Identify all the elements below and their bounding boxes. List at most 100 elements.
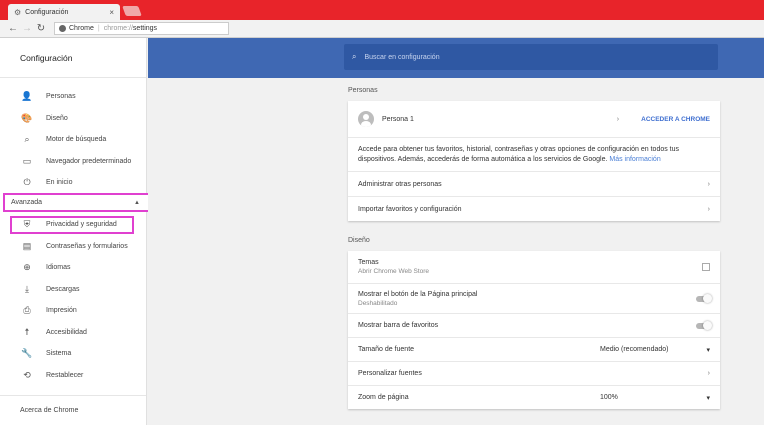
omnibox-separator: | — [97, 25, 100, 32]
shield-icon: ⛨ — [23, 219, 31, 230]
search-settings-input[interactable]: ⌕ Buscar en configuración — [344, 44, 718, 70]
appearance-card: Temas Abrir Chrome Web Store Mostrar el … — [348, 251, 720, 409]
person-icon: 👤 — [21, 91, 33, 102]
printer-icon: ⎙ — [23, 305, 31, 316]
sidebar-item-label: Contraseñas y formularios — [46, 242, 128, 250]
settings-sidebar: Configuración 👤 Personas 🎨 Diseño ⌕ Motor d… — [0, 38, 152, 425]
sidebar-item-label: Restablecer — [46, 371, 84, 379]
sidebar-item-diseno[interactable]: 🎨 Diseño — [0, 108, 146, 130]
back-icon[interactable]: ← — [6, 23, 20, 34]
chevron-right-icon: › — [707, 180, 710, 188]
manage-people-row[interactable]: Administrar otras personas › — [348, 171, 720, 196]
sidebar-advanced-menu: ⛨ Privacidad y seguridad ▤ Contraseñas y f… — [0, 214, 147, 386]
palette-icon: 🎨 — [21, 112, 33, 123]
sidebar-item-acerca[interactable]: Acerca de Chrome — [0, 395, 146, 425]
omnibox-brand: Chrome — [69, 25, 94, 32]
sidebar-item-label: Diseño — [46, 114, 68, 122]
browser-icon: ▭ — [22, 155, 32, 166]
sidebar-item-descargas[interactable]: ⤓ Descargas — [0, 279, 147, 301]
external-link-icon[interactable] — [702, 263, 710, 271]
sidebar-item-label: Personas — [46, 93, 76, 101]
chevron-right-icon: › — [707, 205, 710, 213]
sidebar-item-label: Impresión — [46, 307, 77, 315]
sidebar-item-impresion[interactable]: ⎙ Impresión — [0, 300, 147, 322]
search-icon: ⌕ — [352, 52, 357, 61]
section-title-diseno: Diseño — [348, 237, 370, 244]
sidebar-advanced-toggle[interactable]: Avanzada ▲ — [3, 193, 152, 212]
caret-up-icon: ▲ — [134, 199, 140, 206]
themes-row[interactable]: Temas Abrir Chrome Web Store — [348, 251, 720, 283]
download-icon: ⤓ — [25, 283, 29, 294]
people-card: Persona 1 › ACCEDER A CHROME Accede para… — [348, 101, 720, 221]
bookmarks-bar-row[interactable]: Mostrar barra de favoritos — [348, 313, 720, 337]
sidebar-title: Configuración — [0, 38, 146, 78]
sidebar-item-idiomas[interactable]: ⊕ Idiomas — [0, 257, 147, 279]
sidebar-item-privacidad[interactable]: ⛨ Privacidad y seguridad — [0, 214, 147, 236]
omnibox-scheme: chrome:// — [103, 25, 133, 32]
font-size-value: Medio (recomendado) — [600, 345, 669, 353]
sidebar-item-label: Descargas — [46, 285, 80, 293]
browser-toolbar: ← → ↻ Chrome | chrome://settings — [0, 20, 764, 38]
clipboard-icon: ▤ — [22, 240, 32, 251]
address-bar[interactable]: Chrome | chrome://settings — [54, 22, 229, 35]
sidebar-item-contrasenas[interactable]: ▤ Contraseñas y formularios — [0, 236, 147, 258]
close-tab-icon[interactable]: × — [109, 8, 114, 17]
customize-fonts-row[interactable]: Personalizar fuentes › — [348, 361, 720, 385]
dropdown-arrow-icon: ▾ — [706, 346, 710, 354]
import-label: Importar favoritos y configuración — [358, 205, 462, 213]
settings-main: ⌕ Buscar en configuración Personas Perso… — [148, 38, 764, 425]
more-info-link[interactable]: Más información — [609, 156, 660, 163]
themes-sub: Abrir Chrome Web Store — [358, 268, 430, 275]
wrench-icon: 🔧 — [21, 348, 33, 359]
sidebar-item-label: En inicio — [46, 179, 73, 187]
search-icon: ⌕ — [24, 134, 30, 145]
sidebar-item-label: Sistema — [46, 350, 72, 358]
tab-configuracion[interactable]: ⚙ Configuración × — [8, 4, 120, 20]
sidebar-item-label: Privacidad y seguridad — [46, 221, 117, 229]
sidebar-item-label: Accesibilidad — [46, 328, 87, 336]
avatar — [358, 111, 374, 127]
zoom-label: Zoom de página — [358, 394, 409, 401]
bookmarks-bar-toggle[interactable] — [696, 320, 712, 330]
chevron-right-icon: › — [707, 370, 710, 377]
tab-title: Configuración — [25, 8, 69, 16]
gear-icon: ⚙ — [14, 7, 22, 17]
home-button-label: Mostrar el botón de la Página principal — [358, 290, 478, 298]
customize-fonts-label: Personalizar fuentes — [358, 370, 422, 377]
omnibox-path: settings — [132, 25, 158, 32]
zoom-select[interactable]: 100% ▾ — [600, 394, 710, 402]
sidebar-item-label: Motor de búsqueda — [46, 136, 107, 144]
profile-row[interactable]: Persona 1 › ACCEDER A CHROME — [348, 101, 720, 137]
home-button-sub: Deshabilitado — [358, 299, 398, 307]
font-size-select[interactable]: Medio (recomendado) ▾ — [600, 346, 710, 354]
dropdown-arrow-icon: ▾ — [706, 394, 710, 402]
sidebar-item-restablecer[interactable]: ⟲ Restablecer — [0, 365, 147, 387]
accessibility-icon: ☨ — [24, 326, 30, 337]
sidebar-item-motor-busqueda[interactable]: ⌕ Motor de búsqueda — [0, 129, 146, 151]
chrome-icon — [59, 25, 66, 32]
sidebar-item-personas[interactable]: 👤 Personas — [0, 86, 146, 108]
zoom-row: Zoom de página 100% ▾ — [348, 385, 720, 409]
home-button-toggle[interactable] — [696, 293, 712, 303]
profile-name: Persona 1 — [382, 115, 414, 123]
sidebar-item-label: Navegador predeterminado — [46, 157, 132, 165]
sidebar-item-inicio[interactable]: ⏻ En inicio — [0, 172, 146, 194]
forward-icon[interactable]: → — [20, 23, 34, 34]
new-tab-button[interactable] — [122, 6, 142, 16]
signin-button[interactable]: ACCEDER A CHROME — [641, 116, 710, 123]
section-title-personas: Personas — [348, 87, 378, 94]
sidebar-item-accesibilidad[interactable]: ☨ Accesibilidad — [0, 322, 147, 344]
sidebar-item-label: Idiomas — [46, 264, 71, 272]
sidebar-item-navegador[interactable]: ▭ Navegador predeterminado — [0, 151, 146, 173]
home-button-row[interactable]: Mostrar el botón de la Página principal … — [348, 283, 720, 313]
sidebar-item-sistema[interactable]: 🔧 Sistema — [0, 343, 147, 365]
themes-label: Temas — [358, 259, 379, 266]
power-icon: ⏻ — [23, 177, 31, 188]
reload-icon[interactable]: ↻ — [34, 23, 48, 34]
title-bar: ⚙ Configuración × — [0, 0, 764, 20]
restore-icon: ⟲ — [23, 369, 31, 380]
search-placeholder: Buscar en configuración — [364, 53, 440, 61]
import-row[interactable]: Importar favoritos y configuración › — [348, 196, 720, 221]
sidebar-menu: 👤 Personas 🎨 Diseño ⌕ Motor de búsqueda ▭ Na… — [0, 78, 146, 194]
chevron-right-icon: › — [616, 115, 620, 123]
